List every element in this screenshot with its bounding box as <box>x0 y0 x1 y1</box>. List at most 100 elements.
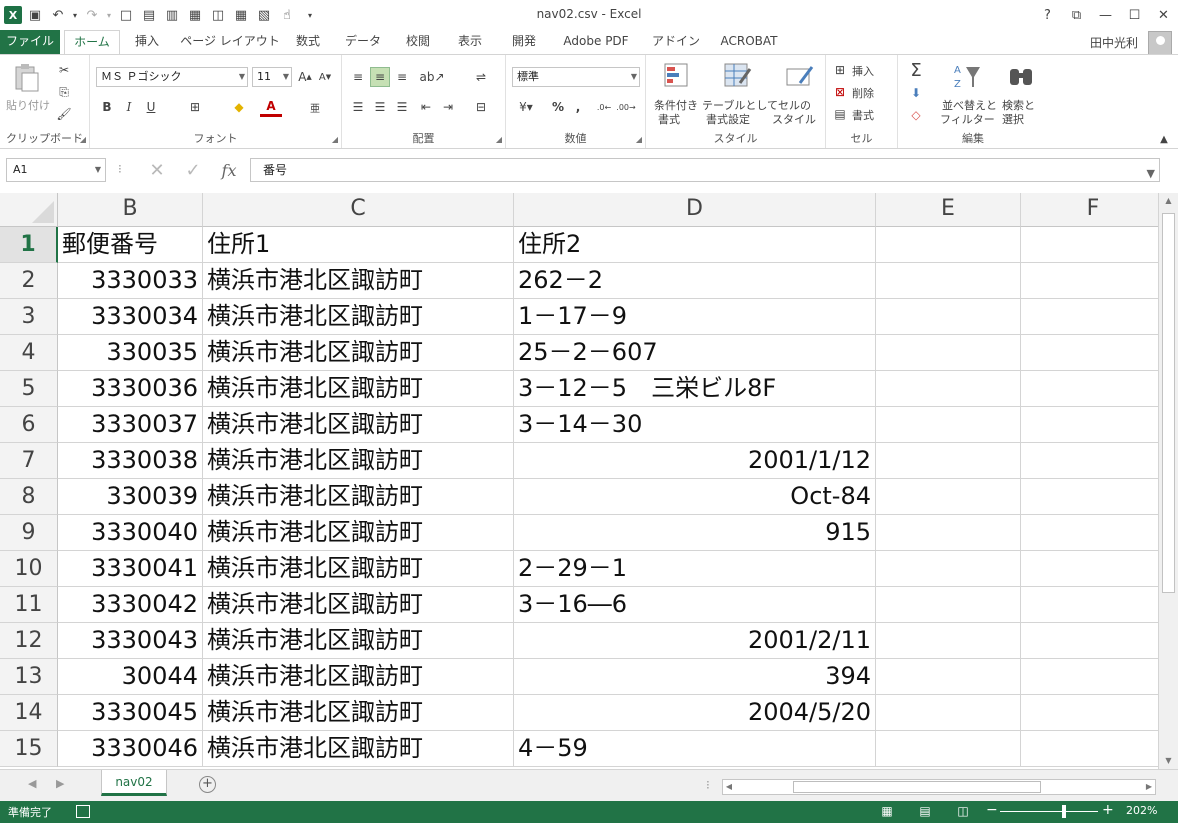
find-select-icon[interactable] <box>1006 61 1036 91</box>
cell-d15[interactable]: 4－59 <box>514 731 876 767</box>
format-cells-button[interactable]: 書式 <box>852 107 874 123</box>
cell-b3[interactable]: 3330034 <box>58 299 203 335</box>
next-sheet-icon[interactable]: ▶ <box>56 777 64 790</box>
number-format-select[interactable]: 標準 ▼ <box>512 67 640 87</box>
maximize-icon[interactable]: ☐ <box>1120 0 1149 30</box>
align-center-icon[interactable]: ☰ <box>370 97 390 117</box>
row-header-14[interactable]: 14 <box>0 695 58 731</box>
cell-c7[interactable]: 横浜市港北区諏訪町 <box>203 443 514 479</box>
macro-record-icon[interactable] <box>76 805 90 818</box>
column-header-d[interactable]: D <box>514 193 876 227</box>
insert-function-icon[interactable]: fx <box>212 158 246 182</box>
cell-e12[interactable] <box>876 623 1021 659</box>
zoom-level[interactable]: 202% <box>1126 804 1157 817</box>
phonetic-icon[interactable]: 亜 <box>304 97 326 117</box>
add-sheet-icon[interactable]: + <box>199 776 216 793</box>
cell-d10[interactable]: 2－29－1 <box>514 551 876 587</box>
increase-indent-icon[interactable]: ⇥ <box>438 97 458 117</box>
cell-c2[interactable]: 横浜市港北区諏訪町 <box>203 263 514 299</box>
help-icon[interactable]: ? <box>1033 0 1062 30</box>
tab-view[interactable]: 表示 <box>450 30 490 54</box>
tab-file[interactable]: ファイル <box>0 30 60 54</box>
italic-icon[interactable]: I <box>120 97 138 117</box>
format-as-table-button-line2[interactable]: 書式設定 <box>706 111 750 127</box>
cell-d1[interactable]: 住所2 <box>514 227 876 263</box>
cell-e8[interactable] <box>876 479 1021 515</box>
tab-developer[interactable]: 開発 <box>502 30 546 54</box>
fill-color-icon[interactable]: ◆ <box>228 97 250 117</box>
increase-font-icon[interactable]: A ▲ <box>296 67 314 87</box>
row-header-13[interactable]: 13 <box>0 659 58 695</box>
clipboard-launcher-icon[interactable]: ◢ <box>80 135 86 144</box>
paste-button[interactable]: 貼り付け <box>6 97 50 113</box>
cell-f14[interactable] <box>1021 695 1158 731</box>
alignment-launcher-icon[interactable]: ◢ <box>496 135 502 144</box>
find-select-button-line2[interactable]: 選択 <box>1002 111 1024 127</box>
font-launcher-icon[interactable]: ◢ <box>332 135 338 144</box>
worksheet-grid[interactable]: B C D E F 1 郵便番号 住所1 住所2 2 3330033 横浜市港北区諏訪町 262－2 3 3… <box>0 193 1158 769</box>
row-header-8[interactable]: 8 <box>0 479 58 515</box>
select-all-button[interactable] <box>0 193 58 227</box>
cell-f11[interactable] <box>1021 587 1158 623</box>
tab-review[interactable]: 校閲 <box>398 30 438 54</box>
horizontal-scroll-thumb[interactable] <box>793 781 1041 793</box>
cell-e9[interactable] <box>876 515 1021 551</box>
cell-e4[interactable] <box>876 335 1021 371</box>
save-icon[interactable]: ▣ <box>25 5 45 25</box>
cell-c14[interactable]: 横浜市港北区諏訪町 <box>203 695 514 731</box>
scroll-right-icon[interactable]: ▶ <box>1143 780 1155 794</box>
cell-e1[interactable] <box>876 227 1021 263</box>
zoom-slider-knob[interactable] <box>1062 805 1066 818</box>
row-header-2[interactable]: 2 <box>0 263 58 299</box>
cell-d8[interactable]: Oct-84 <box>514 479 876 515</box>
cell-b7[interactable]: 3330038 <box>58 443 203 479</box>
wrap-text-icon[interactable]: ⇌ <box>470 67 492 87</box>
cell-f6[interactable] <box>1021 407 1158 443</box>
cell-b8[interactable]: 330039 <box>58 479 203 515</box>
cell-styles-icon[interactable] <box>784 61 814 91</box>
cell-c13[interactable]: 横浜市港北区諏訪町 <box>203 659 514 695</box>
cell-e13[interactable] <box>876 659 1021 695</box>
cell-f9[interactable] <box>1021 515 1158 551</box>
tab-acrobat[interactable]: ACROBAT <box>714 30 784 54</box>
cancel-icon[interactable]: ✕ <box>140 158 174 182</box>
cell-d14[interactable]: 2004/5/20 <box>514 695 876 731</box>
camera-icon[interactable]: ◫ <box>208 5 228 25</box>
row-header-9[interactable]: 9 <box>0 515 58 551</box>
cell-d6[interactable]: 3－14－30 <box>514 407 876 443</box>
format-cells-icon[interactable]: ▤ <box>832 105 848 123</box>
cell-b10[interactable]: 3330041 <box>58 551 203 587</box>
cell-f2[interactable] <box>1021 263 1158 299</box>
avatar[interactable] <box>1148 31 1172 55</box>
cell-e11[interactable] <box>876 587 1021 623</box>
tab-data[interactable]: データ <box>340 30 386 54</box>
row-header-4[interactable]: 4 <box>0 335 58 371</box>
prev-sheet-icon[interactable]: ◀ <box>28 777 36 790</box>
format-painter-icon[interactable]: 🖌 <box>55 105 73 123</box>
column-header-e[interactable]: E <box>876 193 1021 227</box>
row-header-3[interactable]: 3 <box>0 299 58 335</box>
column-header-f[interactable]: F <box>1021 193 1158 227</box>
zoom-out-icon[interactable]: − <box>986 802 998 818</box>
cell-c11[interactable]: 横浜市港北区諏訪町 <box>203 587 514 623</box>
sheet-tab-nav02[interactable]: nav02 <box>101 770 167 796</box>
cell-f8[interactable] <box>1021 479 1158 515</box>
cell-d9[interactable]: 915 <box>514 515 876 551</box>
decrease-indent-icon[interactable]: ⇤ <box>416 97 436 117</box>
enter-icon[interactable]: ✓ <box>176 158 210 182</box>
tab-formulas[interactable]: 数式 <box>288 30 328 54</box>
zoom-in-icon[interactable]: + <box>1102 802 1114 818</box>
fill-icon[interactable]: ⬇ <box>904 83 928 103</box>
align-middle-icon[interactable]: ≡ <box>370 67 390 87</box>
align-left-icon[interactable]: ☰ <box>348 97 368 117</box>
horizontal-scrollbar[interactable]: ◀ ▶ <box>722 779 1156 795</box>
cell-b4[interactable]: 330035 <box>58 335 203 371</box>
number-launcher-icon[interactable]: ◢ <box>636 135 642 144</box>
cell-e14[interactable] <box>876 695 1021 731</box>
redo-icon[interactable]: ↷ <box>82 5 102 25</box>
sort-filter-icon[interactable]: AZ <box>952 61 982 91</box>
cell-d4[interactable]: 25－2－607 <box>514 335 876 371</box>
cell-f10[interactable] <box>1021 551 1158 587</box>
comma-icon[interactable]: , <box>570 97 586 117</box>
name-box[interactable]: A1 ▼ <box>6 158 106 182</box>
